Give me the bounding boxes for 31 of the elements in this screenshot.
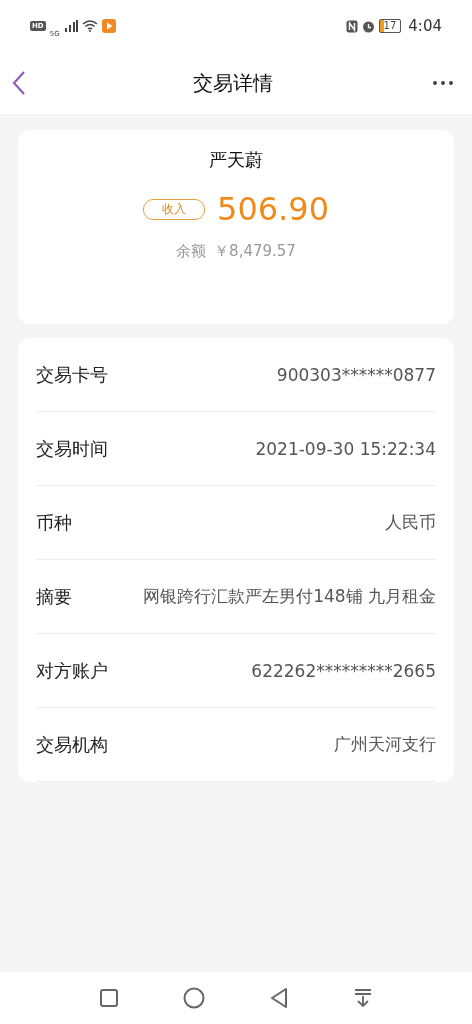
page-title: 交易详情 (193, 69, 273, 97)
detail-value: 2021-09-30 15:22:34 (255, 438, 436, 459)
amount: 506.90 (217, 190, 329, 228)
recent-apps-icon[interactable] (99, 988, 119, 1008)
detail-label: 交易时间 (36, 436, 108, 461)
detail-label: 交易卡号 (36, 362, 108, 387)
detail-label: 币种 (36, 510, 72, 535)
notification-pull-icon[interactable] (353, 988, 373, 1008)
detail-label: 对方账户 (36, 658, 108, 683)
battery-icon: 17 (378, 19, 402, 33)
nfc-icon (345, 19, 358, 33)
status-time: 4:04 (408, 17, 442, 35)
balance-value: ￥8,479.57 (214, 242, 296, 261)
wifi-icon (81, 20, 98, 32)
detail-label: 交易机构 (36, 732, 108, 757)
signal-icon (63, 20, 78, 32)
detail-value: 网银跨行汇款严左男付148铺 九月租金 (143, 585, 436, 608)
play-icon (101, 19, 116, 33)
alarm-icon (361, 19, 375, 33)
detail-label: 摘要 (36, 584, 72, 609)
back-icon[interactable] (12, 71, 26, 95)
detail-value: 人民币 (385, 511, 436, 534)
more-icon[interactable] (432, 80, 454, 86)
detail-value: 900303******0877 (276, 364, 436, 385)
detail-value: 622262*********2665 (251, 660, 436, 681)
income-tag: 收入 (143, 198, 205, 220)
payer-name: 严天蔚 (209, 148, 263, 172)
balance-label: 余额 (176, 242, 207, 261)
detail-value: 广州天河支行 (334, 733, 436, 756)
back-nav-icon[interactable] (269, 987, 289, 1009)
home-icon[interactable] (183, 987, 205, 1009)
